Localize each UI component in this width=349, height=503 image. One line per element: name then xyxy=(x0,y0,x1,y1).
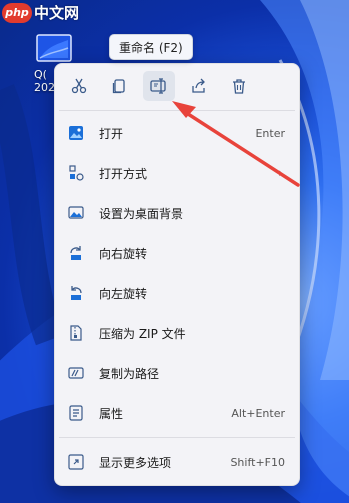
quick-action-bar xyxy=(55,64,299,108)
wallpaper-icon xyxy=(68,205,84,221)
menu-item-shortcut: Alt+Enter xyxy=(231,406,285,420)
more-options-icon xyxy=(68,454,84,470)
menu-item-label: 打开方式 xyxy=(99,166,148,181)
rename-button[interactable] xyxy=(143,71,175,101)
menu-item-rotate-right[interactable]: 向右旋转 xyxy=(59,235,295,271)
watermark-text: 中文网 xyxy=(34,4,80,22)
site-watermark: php 中文网 xyxy=(2,2,79,23)
photos-icon xyxy=(68,125,84,141)
menu-item-label: 属性 xyxy=(99,406,124,421)
copy-path-icon xyxy=(68,365,84,381)
menu-item-copy-as-path[interactable]: 复制为路径 xyxy=(59,355,295,391)
rename-icon xyxy=(150,78,166,94)
copy-icon xyxy=(112,79,125,94)
properties-icon xyxy=(68,405,84,421)
separator xyxy=(59,110,295,111)
php-logo: php xyxy=(2,2,32,23)
rotate-left-icon xyxy=(68,285,84,301)
menu-item-compress-zip[interactable]: 压缩为 ZIP 文件 xyxy=(59,315,295,351)
copy-button[interactable] xyxy=(103,71,135,101)
menu-item-open-with[interactable]: 打开方式 › xyxy=(59,155,295,191)
menu-item-open[interactable]: 打开 Enter xyxy=(59,115,295,151)
menu-item-shortcut: Shift+F10 xyxy=(230,455,285,469)
menu-item-label: 压缩为 ZIP 文件 xyxy=(99,326,186,341)
menu-item-label: 设置为桌面背景 xyxy=(99,206,184,221)
context-menu: 打开 Enter 打开方式 › 设置为桌面背景 向右旋转 向左旋转 压缩为 ZI… xyxy=(54,63,300,486)
rotate-right-icon xyxy=(68,245,84,261)
menu-item-label: 复制为路径 xyxy=(99,366,160,381)
menu-item-label: 打开 xyxy=(99,126,124,141)
menu-item-label: 向右旋转 xyxy=(99,246,148,261)
image-file-icon[interactable] xyxy=(36,34,72,64)
share-button[interactable] xyxy=(183,71,215,101)
menu-item-properties[interactable]: 属性 Alt+Enter xyxy=(59,395,295,431)
cut-button[interactable] xyxy=(63,71,95,101)
zip-icon xyxy=(68,325,84,341)
delete-button[interactable] xyxy=(223,71,255,101)
menu-item-rotate-left[interactable]: 向左旋转 xyxy=(59,275,295,311)
chevron-right-icon: › xyxy=(278,166,283,180)
menu-item-set-wallpaper[interactable]: 设置为桌面背景 xyxy=(59,195,295,231)
menu-item-shortcut: Enter xyxy=(255,126,285,140)
scissors-icon xyxy=(71,78,87,94)
menu-item-show-more-options[interactable]: 显示更多选项 Shift+F10 xyxy=(59,444,295,480)
trash-icon xyxy=(233,79,245,94)
share-icon xyxy=(192,78,205,93)
menu-item-label: 向左旋转 xyxy=(99,286,148,301)
menu-item-label: 显示更多选项 xyxy=(99,455,172,470)
rename-tooltip: 重命名 (F2) xyxy=(109,34,193,60)
separator xyxy=(59,437,295,438)
open-with-icon xyxy=(68,165,84,181)
desktop-file-label[interactable]: Q( 202 xyxy=(34,68,55,94)
